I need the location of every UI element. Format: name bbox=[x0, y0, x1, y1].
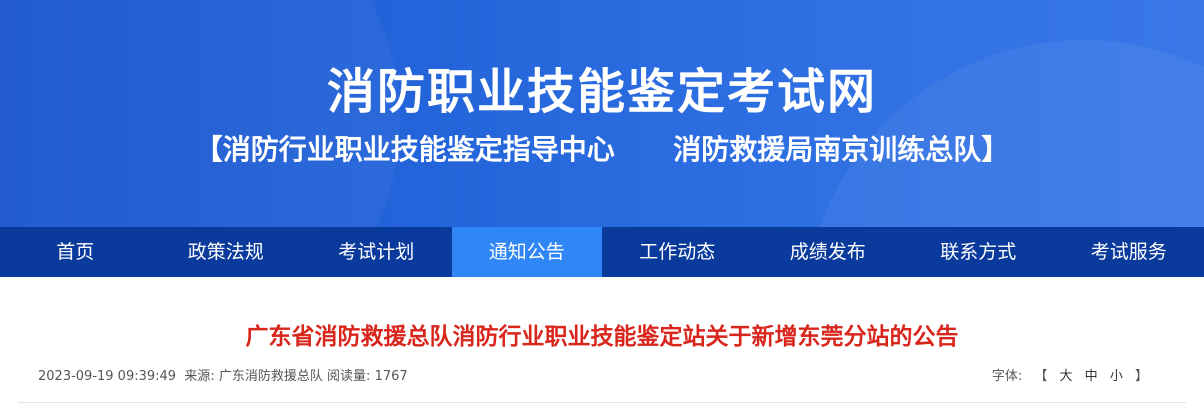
font-size-label: 字体: bbox=[991, 369, 1023, 384]
divider bbox=[18, 402, 1186, 403]
nav-item-home[interactable]: 首页 bbox=[0, 227, 151, 277]
site-title: 消防职业技能鉴定考试网 bbox=[326, 64, 877, 120]
subtitle-left: 【消防行业职业技能鉴定指导中心 bbox=[194, 133, 615, 166]
view-count: 1767 bbox=[374, 369, 408, 384]
article-source: 广东消防救援总队 bbox=[218, 369, 323, 384]
nav-item-notices[interactable]: 通知公告 bbox=[451, 227, 602, 277]
views-label: 阅读量: bbox=[327, 369, 371, 384]
close-bracket: 】 bbox=[1134, 369, 1148, 384]
article-datetime: 2023-09-19 09:39:49 bbox=[38, 369, 177, 384]
site-subtitle: 【消防行业职业技能鉴定指导中心 消防救援局南京训练总队】 bbox=[0, 128, 1204, 168]
article-title: 广东省消防救援总队消防行业职业技能鉴定站关于新增东莞分站的公告 bbox=[245, 324, 959, 350]
open-bracket: 【 bbox=[1034, 369, 1048, 384]
source-label: 来源: bbox=[184, 369, 215, 384]
font-large-button[interactable]: 大 bbox=[1060, 369, 1073, 384]
nav-item-exam-service[interactable]: 考试服务 bbox=[1054, 227, 1204, 277]
nav-item-results[interactable]: 成绩发布 bbox=[753, 227, 904, 277]
font-small-button[interactable]: 小 bbox=[1110, 369, 1123, 384]
nav-item-policy[interactable]: 政策法规 bbox=[151, 227, 302, 277]
nav-item-work-news[interactable]: 工作动态 bbox=[602, 227, 753, 277]
subtitle-right: 消防救援局南京训练总队】 bbox=[673, 133, 1010, 166]
article-area: 广东省消防救援总队消防行业职业技能鉴定站关于新增东莞分站的公告 2023-09-… bbox=[0, 277, 1204, 408]
site-banner: 消防职业技能鉴定考试网 【消防行业职业技能鉴定指导中心 消防救援局南京训练总队】 bbox=[0, 0, 1204, 227]
main-nav: 首页 政策法规 考试计划 通知公告 工作动态 成绩发布 联系方式 考试服务 bbox=[0, 227, 1204, 277]
nav-item-exam-plan[interactable]: 考试计划 bbox=[301, 227, 452, 277]
nav-item-contact[interactable]: 联系方式 bbox=[903, 227, 1054, 277]
font-medium-button[interactable]: 中 bbox=[1085, 369, 1098, 384]
font-size-controls: 字体: 【 大 中 小 】 bbox=[988, 365, 1152, 384]
article-meta: 2023-09-19 09:39:49 来源: 广东消防救援总队 阅读量: 17… bbox=[38, 365, 408, 384]
